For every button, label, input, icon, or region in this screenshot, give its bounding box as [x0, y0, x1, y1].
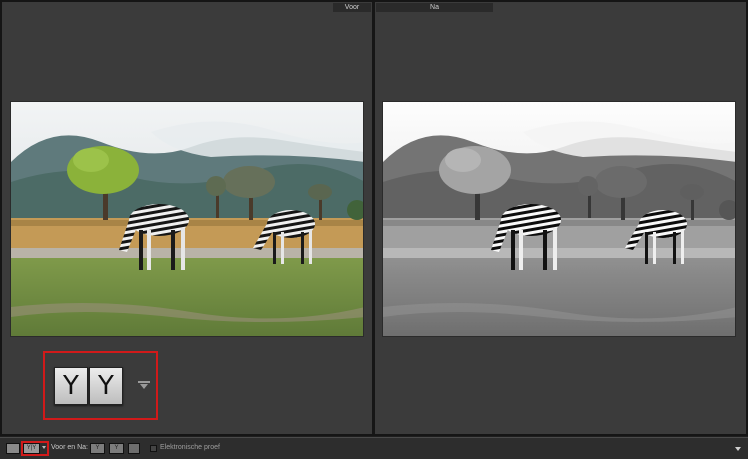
- single-view-icon[interactable]: [6, 443, 20, 454]
- compare-mode-arrow-icon[interactable]: [42, 446, 46, 449]
- zebra-photo-color: [11, 102, 363, 336]
- split-divider: [372, 0, 375, 436]
- before-photo: [10, 101, 364, 337]
- before-after-buttons-callout: Y Y: [43, 351, 158, 420]
- after-photo: [382, 101, 736, 337]
- soft-proof-label: Elektronische proef: [160, 444, 220, 451]
- before-label: Voor: [333, 3, 371, 12]
- after-label: Na: [376, 3, 493, 12]
- before-after-left-right-button[interactable]: Y: [54, 367, 88, 405]
- copy-after-to-before-button[interactable]: Y: [109, 443, 124, 454]
- toolbar: Y|Y Voor en Na: Y Y Elektronische proef: [0, 437, 748, 459]
- before-after-top-bottom-button[interactable]: Y: [89, 367, 123, 405]
- copy-before-to-after-button[interactable]: Y: [90, 443, 105, 454]
- swap-before-after-button[interactable]: [128, 443, 140, 454]
- compare-view-button[interactable]: Y|Y: [23, 443, 40, 454]
- dropdown-arrow-icon[interactable]: [735, 447, 741, 451]
- compare-view: Voor Na Y Y Y|Y Voor en Na: Y Y Elektron…: [0, 0, 748, 459]
- before-after-label: Voor en Na:: [51, 444, 88, 451]
- triangle-down-icon[interactable]: [138, 381, 150, 389]
- soft-proof-checkbox[interactable]: [150, 445, 157, 452]
- zebra-photo-bw: [383, 102, 735, 336]
